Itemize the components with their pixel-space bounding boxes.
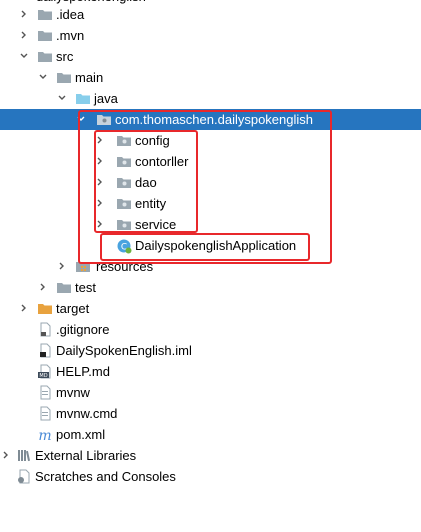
excluded-folder-icon — [37, 301, 53, 316]
tree-row-service[interactable]: service — [0, 214, 421, 235]
tree-row-contorller[interactable]: contorller — [0, 151, 421, 172]
tree-row-entity[interactable]: entity — [0, 193, 421, 214]
package-icon — [116, 217, 132, 232]
tree-item-label: resources — [96, 259, 154, 274]
tree-row-pom-xml[interactable]: m pom.xml — [0, 424, 421, 445]
chevron-down-icon[interactable] — [18, 46, 30, 67]
tree-item-label: entity — [135, 196, 167, 211]
tree-item-label: DailySpokenEnglish.iml — [56, 343, 192, 358]
tree-item-label: mvnw — [56, 385, 90, 400]
tree-item-label: main — [75, 70, 104, 85]
folder-icon — [37, 7, 53, 22]
folder-icon — [37, 49, 53, 64]
text-file-icon — [37, 406, 53, 421]
tree-row-src[interactable]: src — [0, 46, 421, 67]
folder-icon — [56, 280, 72, 295]
spring-boot-class-icon: C — [116, 238, 132, 254]
tree-item-label: mvnw.cmd — [56, 406, 118, 421]
chevron-right-icon[interactable] — [0, 445, 12, 466]
tree-item-label: pom.xml — [56, 427, 106, 442]
tree-row-main[interactable]: main — [0, 67, 421, 88]
svg-text:MD: MD — [39, 373, 47, 379]
text-file-icon — [37, 322, 53, 337]
tree-row-mvnw-cmd[interactable]: mvnw.cmd — [0, 403, 421, 424]
maven-icon: m — [37, 427, 53, 442]
libraries-icon — [16, 448, 32, 463]
chevron-right-icon[interactable] — [18, 298, 30, 319]
chevron-right-icon[interactable] — [37, 277, 49, 298]
tree-item-label: Scratches and Consoles — [35, 469, 176, 484]
tree-item-label: .gitignore — [56, 322, 110, 337]
chevron-right-icon[interactable] — [56, 256, 68, 277]
chevron-right-icon[interactable] — [94, 214, 106, 235]
package-icon — [116, 133, 132, 148]
tree-row-application-class[interactable]: C DailyspokenglishApplication — [0, 235, 421, 256]
tree-row-iml[interactable]: DailySpokenEnglish.iml — [0, 340, 421, 361]
chevron-right-icon[interactable] — [18, 25, 30, 46]
tree-item-label: .idea — [56, 7, 85, 22]
source-folder-icon — [75, 91, 91, 106]
svg-text:m: m — [38, 428, 51, 442]
tree-row-help-md[interactable]: MD HELP.md — [0, 361, 421, 382]
tree-item-label: contorller — [135, 154, 189, 169]
tree-item-label: DailyspokenglishApplication — [135, 238, 297, 253]
iml-file-icon — [37, 343, 53, 358]
tree-row-test[interactable]: test — [0, 277, 421, 298]
tree-item-label: dao — [135, 175, 157, 190]
tree-row-mvnw[interactable]: mvnw — [0, 382, 421, 403]
tree-row-idea[interactable]: .idea — [0, 4, 421, 25]
tree-item-label: service — [135, 217, 177, 232]
tree-row-dao[interactable]: dao — [0, 172, 421, 193]
markdown-file-icon: MD — [37, 364, 53, 379]
chevron-right-icon[interactable] — [94, 151, 106, 172]
tree-row-external-libraries[interactable]: External Libraries — [0, 445, 421, 466]
tree-row-scratches[interactable]: Scratches and Consoles — [0, 466, 421, 487]
tree-row-config[interactable]: config — [0, 130, 421, 151]
tree-item-label: External Libraries — [35, 448, 137, 463]
folder-icon — [37, 28, 53, 43]
tree-item-label: com.thomaschen.dailyspokenglish — [115, 112, 313, 127]
tree-item-label: java — [94, 91, 118, 106]
tree-item-label: src — [56, 49, 74, 64]
tree-row-resources[interactable]: resources — [0, 256, 421, 277]
chevron-right-icon[interactable] — [94, 193, 106, 214]
chevron-right-icon[interactable] — [18, 4, 30, 25]
chevron-right-icon[interactable] — [94, 172, 106, 193]
folder-icon — [56, 70, 72, 85]
tree-row-gitignore[interactable]: .gitignore — [0, 319, 421, 340]
resources-folder-icon — [75, 259, 91, 274]
package-icon — [116, 175, 132, 190]
tree-item-label: .mvn — [56, 28, 85, 43]
chevron-down-icon[interactable] — [75, 109, 87, 130]
text-file-icon — [37, 385, 53, 400]
package-icon — [96, 112, 112, 127]
tree-item-label: config — [135, 133, 170, 148]
project-tree: dailyspokenenglish .idea .mvn src — [0, 0, 421, 532]
tree-item-label: HELP.md — [56, 364, 110, 379]
chevron-down-icon[interactable] — [37, 67, 49, 88]
package-icon — [116, 196, 132, 211]
tree-row-package-root[interactable]: com.thomaschen.dailyspokenglish — [0, 109, 421, 130]
scratches-icon — [16, 469, 32, 484]
tree-row-java[interactable]: java — [0, 88, 421, 109]
tree-row-mvn[interactable]: .mvn — [0, 25, 421, 46]
package-icon — [116, 154, 132, 169]
tree-item-label: test — [75, 280, 96, 295]
chevron-right-icon[interactable] — [94, 130, 106, 151]
tree-item-label: target — [56, 301, 90, 316]
tree-row-target[interactable]: target — [0, 298, 421, 319]
chevron-down-icon[interactable] — [56, 88, 68, 109]
